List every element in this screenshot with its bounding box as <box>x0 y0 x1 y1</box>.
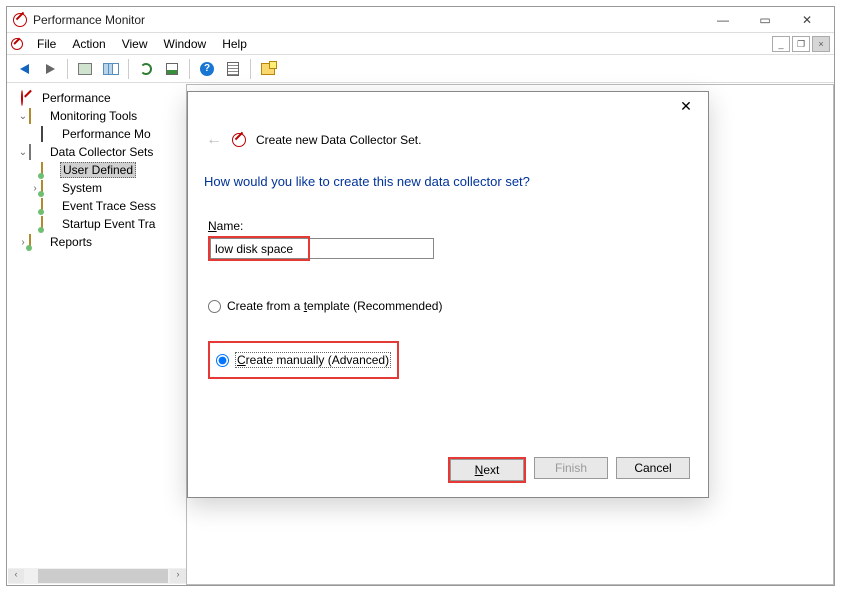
export-button[interactable] <box>161 58 183 80</box>
titlebar: Performance Monitor — ▭ ✕ <box>7 7 834 33</box>
toolbar: ? <box>7 55 834 83</box>
nav-back-button[interactable] <box>13 58 35 80</box>
menu-action[interactable]: Action <box>64 35 113 53</box>
dialog-app-icon <box>232 133 246 147</box>
close-button[interactable]: ✕ <box>786 8 828 32</box>
tree-node-user-defined[interactable]: User Defined <box>9 161 184 179</box>
tree-node-monitoring-tools[interactable]: ⌄ Monitoring Tools <box>9 107 184 125</box>
radio-template-label: Create from a template (Recommended) <box>227 299 442 313</box>
tree-pane: Performance ⌄ Monitoring Tools Performan… <box>7 85 187 585</box>
body-split: Performance ⌄ Monitoring Tools Performan… <box>7 85 834 585</box>
name-input[interactable] <box>210 238 308 259</box>
main-window: Performance Monitor — ▭ ✕ File Action Vi… <box>6 6 835 586</box>
option-manual-row[interactable]: Create manually (Advanced) <box>216 349 391 371</box>
name-field-label: Name: <box>208 219 688 233</box>
show-hide-tree-button[interactable] <box>74 58 96 80</box>
tree-node-system[interactable]: › System <box>9 179 184 197</box>
app-icon <box>13 13 27 27</box>
tree-node-reports[interactable]: › Reports <box>9 233 184 251</box>
next-button[interactable]: Next <box>450 459 524 481</box>
refresh-button[interactable] <box>135 58 157 80</box>
tree-node-startup-event[interactable]: Startup Event Tra <box>9 215 184 233</box>
menubar: File Action View Window Help _ ❐ × <box>7 33 834 55</box>
create-dcs-wizard-dialog: ✕ ← Create new Data Collector Set. How w… <box>187 91 709 498</box>
nav-forward-button[interactable] <box>39 58 61 80</box>
highlight-manual-box: Create manually (Advanced) <box>208 341 399 379</box>
dialog-close-button[interactable]: ✕ <box>672 94 700 118</box>
finish-button: Finish <box>534 457 608 479</box>
new-button[interactable] <box>257 58 279 80</box>
radio-manual-label: Create manually (Advanced) <box>235 352 391 368</box>
tree-node-data-collector-sets[interactable]: ⌄ Data Collector Sets <box>9 143 184 161</box>
dialog-back-icon[interactable]: ← <box>206 131 222 149</box>
dialog-heading: How would you like to create this new da… <box>188 172 708 203</box>
mdi-close-button[interactable]: × <box>812 36 830 52</box>
app-icon-small <box>11 38 23 50</box>
tree-node-performance[interactable]: Performance <box>9 89 184 107</box>
mdi-restore-button[interactable]: ❐ <box>792 36 810 52</box>
cancel-button[interactable]: Cancel <box>616 457 690 479</box>
radio-manual[interactable] <box>216 354 229 367</box>
properties-button[interactable] <box>222 58 244 80</box>
mdi-minimize-button[interactable]: _ <box>772 36 790 52</box>
expand-icon[interactable]: ⌄ <box>17 147 29 158</box>
tree-node-event-trace[interactable]: Event Trace Sess <box>9 197 184 215</box>
scroll-left-button[interactable]: ‹ <box>8 569 24 583</box>
detail-pane: ✕ ← Create new Data Collector Set. How w… <box>186 84 834 585</box>
minimize-button[interactable]: — <box>702 8 744 32</box>
tree-horizontal-scrollbar[interactable]: ‹ › <box>8 568 186 584</box>
radio-template[interactable] <box>208 300 221 313</box>
menu-file[interactable]: File <box>29 35 64 53</box>
scroll-right-button[interactable]: › <box>170 569 186 583</box>
option-template-row[interactable]: Create from a template (Recommended) <box>208 295 688 317</box>
show-hide-panel-button[interactable] <box>100 58 122 80</box>
expand-icon[interactable]: ⌄ <box>17 111 29 122</box>
highlight-name-box <box>208 236 310 261</box>
dialog-breadcrumb: Create new Data Collector Set. <box>256 133 421 147</box>
window-title: Performance Monitor <box>33 13 702 27</box>
scroll-thumb[interactable] <box>38 569 168 583</box>
name-input-extension[interactable] <box>310 238 434 259</box>
menu-help[interactable]: Help <box>214 35 255 53</box>
help-button[interactable]: ? <box>196 58 218 80</box>
menu-window[interactable]: Window <box>156 35 215 53</box>
tree-node-performance-monitor[interactable]: Performance Mo <box>9 125 184 143</box>
menu-view[interactable]: View <box>114 35 156 53</box>
highlight-next-box: Next <box>448 457 526 483</box>
maximize-button[interactable]: ▭ <box>744 8 786 32</box>
